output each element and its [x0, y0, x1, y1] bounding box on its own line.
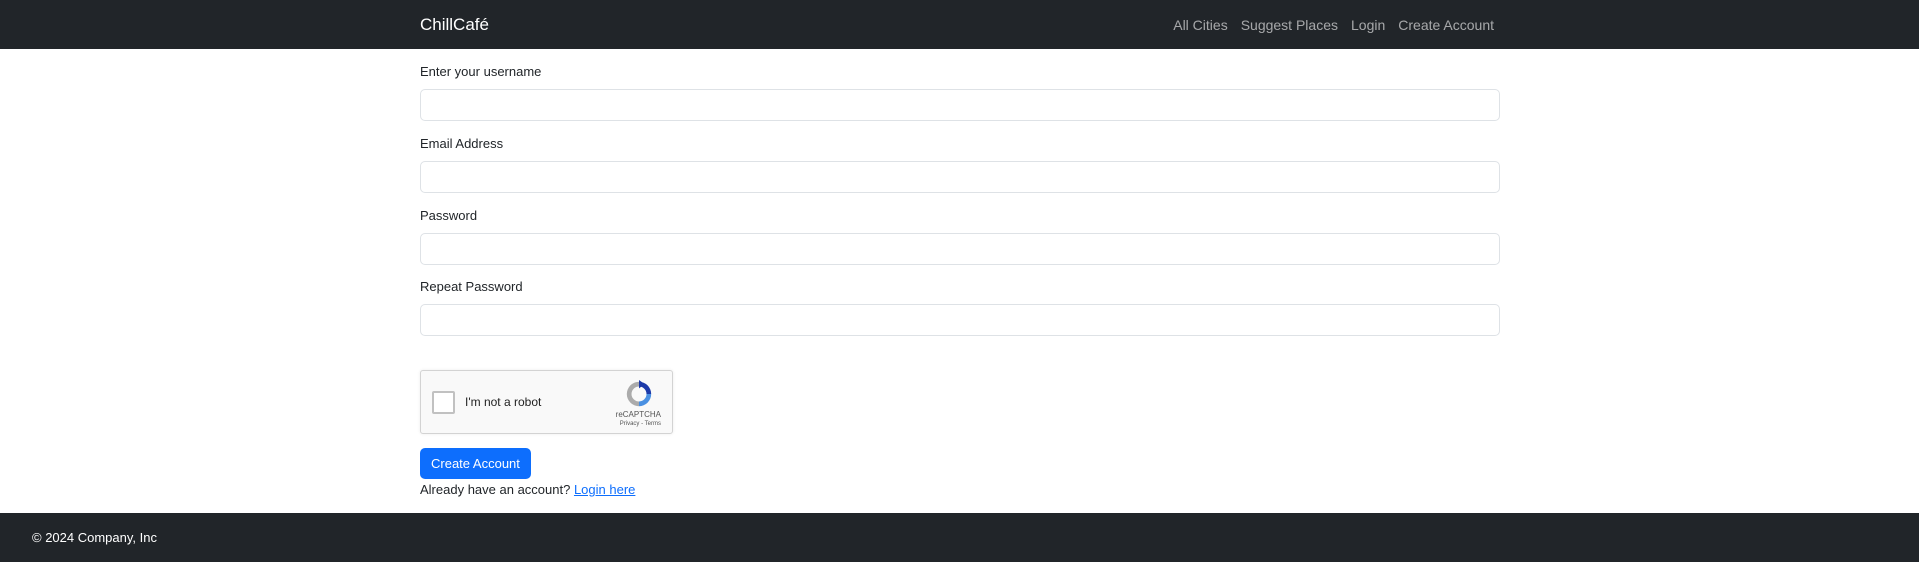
create-account-button[interactable]: Create Account — [420, 448, 531, 479]
recaptcha-privacy-link[interactable]: Privacy — [620, 421, 640, 427]
recaptcha-checkbox[interactable] — [432, 391, 455, 414]
password-label: Password — [420, 208, 478, 223]
recaptcha-terms-link[interactable]: Terms — [645, 421, 661, 427]
username-label: Enter your username — [420, 64, 542, 79]
navbar: ChillCafé All Cities Suggest Places Logi… — [0, 0, 1919, 49]
recaptcha-icon — [626, 379, 652, 407]
nav-links: All Cities Suggest Places Login Create A… — [1173, 16, 1494, 34]
recaptcha-separator: - — [641, 421, 644, 427]
copyright-text: © 2024 Company, Inc — [32, 530, 157, 545]
nav-link-create-account[interactable]: Create Account — [1398, 16, 1494, 34]
footer: © 2024 Company, Inc — [0, 513, 1919, 562]
nav-link-all-cities[interactable]: All Cities — [1173, 16, 1227, 34]
login-prompt: Already have an account? Login here — [420, 482, 635, 498]
recaptcha-label: I'm not a robot — [465, 395, 542, 409]
nav-link-suggest-places[interactable]: Suggest Places — [1241, 16, 1338, 34]
password-input[interactable] — [420, 233, 1500, 265]
login-here-link[interactable]: Login here — [574, 482, 635, 497]
repeat-password-input[interactable] — [420, 304, 1500, 336]
login-prompt-text: Already have an account? — [420, 482, 571, 497]
recaptcha-widget: I'm not a robot reCAPTCHA Privacy - Term… — [420, 370, 673, 434]
nav-link-login[interactable]: Login — [1351, 16, 1385, 34]
email-input[interactable] — [420, 161, 1500, 193]
repeat-password-label: Repeat Password — [420, 279, 523, 294]
username-input[interactable] — [420, 89, 1500, 121]
email-label: Email Address — [420, 136, 504, 151]
recaptcha-brand: reCAPTCHA — [615, 410, 661, 419]
recaptcha-links: Privacy - Terms — [620, 420, 661, 428]
brand-link[interactable]: ChillCafé — [420, 15, 489, 35]
